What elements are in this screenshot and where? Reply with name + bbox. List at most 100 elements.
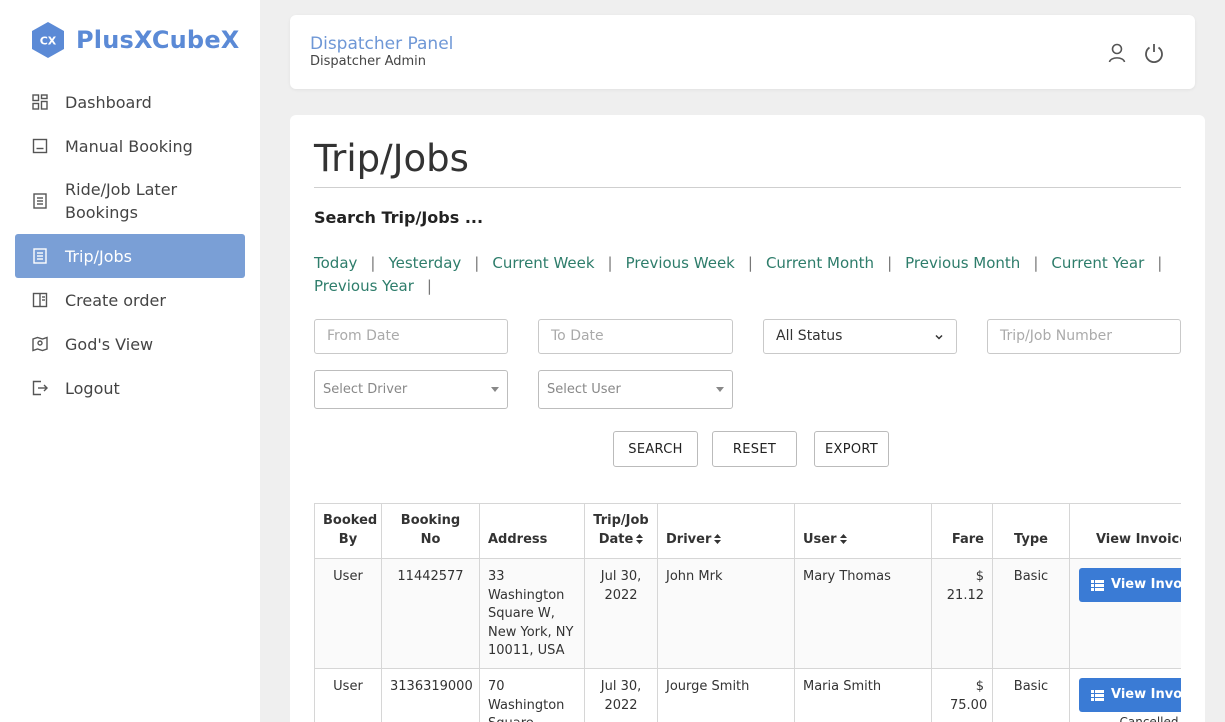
- table-row: User 3136319000 70 Washington Square Jul…: [314, 668, 1181, 722]
- col-type: Type: [992, 503, 1070, 559]
- quick-link-current-year[interactable]: Current Year: [1051, 252, 1144, 275]
- cell-booked-by: User: [314, 668, 382, 722]
- list-icon: [1091, 579, 1104, 591]
- view-invoice-label: View Invoice: [1111, 686, 1181, 702]
- sidebar-item-label: Logout: [65, 378, 120, 398]
- user-select-placeholder: Select User: [547, 382, 621, 397]
- main-card: Trip/Jobs Search Trip/Jobs ... Today | Yes…: [290, 115, 1205, 722]
- reset-button[interactable]: RESET: [712, 431, 797, 467]
- table-row: User 11442577 33 Washington Square W, Ne…: [314, 558, 1181, 669]
- sidebar-item-trip-jobs[interactable]: Trip/Jobs: [15, 234, 245, 278]
- col-fare: Fare: [931, 503, 993, 559]
- separator: |: [1033, 254, 1039, 272]
- caret-down-icon: [716, 387, 724, 392]
- separator: |: [747, 254, 753, 272]
- col-driver[interactable]: Driver: [657, 503, 795, 559]
- sort-icon: [839, 534, 847, 544]
- sidebar-item-ride-later[interactable]: Ride/Job Later Bookings: [15, 168, 245, 234]
- cell-address: 33 Washington Square W, New York, NY 100…: [479, 558, 585, 669]
- sidebar-item-dashboard[interactable]: Dashboard: [15, 80, 245, 124]
- sidebar: CX PlusXCubeX Dashboard Manual Booking R…: [0, 0, 260, 722]
- divider: [314, 187, 1181, 188]
- quick-link-previous-year[interactable]: Previous Year: [314, 275, 414, 298]
- cell-driver: Jourge Smith: [657, 668, 795, 722]
- trip-number-input[interactable]: Trip/Job Number: [987, 319, 1181, 354]
- separator: |: [1157, 254, 1163, 272]
- separator: |: [607, 254, 613, 272]
- sidebar-item-logout[interactable]: Logout: [15, 366, 245, 410]
- col-address: Address: [479, 503, 585, 559]
- separator: |: [426, 277, 432, 295]
- cell-view-invoice: View Invoice Cancelled: [1069, 668, 1181, 722]
- order-icon: [32, 292, 48, 308]
- header-subtitle: Dispatcher Admin: [310, 54, 427, 69]
- driver-select-placeholder: Select Driver: [323, 382, 408, 397]
- sort-icon: [636, 534, 644, 544]
- sidebar-item-label: Create order: [65, 290, 166, 310]
- sidebar-item-label: Dashboard: [65, 92, 152, 112]
- separator: |: [887, 254, 893, 272]
- caret-down-icon: [491, 387, 499, 392]
- trips-table-container[interactable]: Booked By Booking No Address Trip/Job Da…: [314, 503, 1181, 722]
- power-icon[interactable]: [1143, 42, 1165, 64]
- sidebar-item-gods-view[interactable]: God's View: [15, 322, 245, 366]
- separator: |: [370, 254, 376, 272]
- cell-booking-no: 3136319000: [381, 668, 480, 722]
- quick-link-today[interactable]: Today: [314, 252, 357, 275]
- separator: |: [474, 254, 480, 272]
- quick-link-current-month[interactable]: Current Month: [766, 252, 874, 275]
- sidebar-item-label: Manual Booking: [65, 136, 193, 156]
- logout-icon: [32, 380, 48, 396]
- view-invoice-label: View Invoice: [1111, 576, 1181, 592]
- user-icon[interactable]: [1106, 42, 1128, 64]
- cell-view-invoice: View Invoice: [1069, 558, 1181, 669]
- list-icon: [32, 248, 48, 264]
- status-select-value: All Status: [776, 328, 843, 344]
- trips-table: Booked By Booking No Address Trip/Job Da…: [314, 503, 1181, 722]
- col-view-invoice: View Invoice: [1069, 503, 1181, 559]
- brand[interactable]: CX PlusXCubeX: [29, 21, 240, 59]
- search-button[interactable]: SEARCH: [613, 431, 698, 467]
- status-select[interactable]: All Status: [763, 319, 957, 354]
- top-header: Dispatcher Panel Dispatcher Admin: [290, 15, 1195, 89]
- list-icon: [32, 193, 48, 209]
- sidebar-item-label: God's View: [65, 334, 154, 354]
- search-heading: Search Trip/Jobs ...: [314, 208, 484, 227]
- brand-logo-icon: CX: [32, 22, 64, 58]
- status-note: Cancelled: [1119, 715, 1179, 722]
- export-button[interactable]: EXPORT: [814, 431, 889, 467]
- cell-booked-by: User: [314, 558, 382, 669]
- cell-booking-no: 11442577: [381, 558, 480, 669]
- user-select[interactable]: Select User: [538, 370, 733, 409]
- svg-text:CX: CX: [40, 35, 57, 48]
- cell-trip-date: Jul 30, 2022: [584, 668, 658, 722]
- to-date-input[interactable]: To Date: [538, 319, 733, 354]
- sidebar-item-create-order[interactable]: Create order: [15, 278, 245, 322]
- col-trip-date[interactable]: Trip/Job Date: [584, 503, 658, 559]
- list-icon: [1091, 689, 1104, 701]
- cell-user: Maria Smith: [794, 668, 932, 722]
- driver-select[interactable]: Select Driver: [314, 370, 508, 409]
- cell-driver: John Mrk: [657, 558, 795, 669]
- col-booked-by: Booked By: [314, 503, 382, 559]
- booking-icon: [32, 138, 48, 154]
- dashboard-icon: [32, 94, 48, 110]
- cell-fare: $ 75.00: [931, 668, 993, 722]
- col-booking-no: Booking No: [381, 503, 480, 559]
- view-invoice-button[interactable]: View Invoice: [1079, 678, 1181, 712]
- view-invoice-button[interactable]: View Invoice: [1079, 568, 1181, 602]
- sidebar-item-manual-booking[interactable]: Manual Booking: [15, 124, 245, 168]
- sort-icon: [714, 534, 722, 544]
- chevron-down-icon: [935, 334, 943, 340]
- quick-link-yesterday[interactable]: Yesterday: [388, 252, 461, 275]
- col-user[interactable]: User: [794, 503, 932, 559]
- cell-fare: $ 21.12: [931, 558, 993, 669]
- quick-link-previous-month[interactable]: Previous Month: [905, 252, 1020, 275]
- sidebar-item-label: Trip/Jobs: [65, 246, 132, 266]
- from-date-input[interactable]: From Date: [314, 319, 508, 354]
- table-header-row: Booked By Booking No Address Trip/Job Da…: [314, 503, 1181, 559]
- cell-address: 70 Washington Square: [479, 668, 585, 722]
- sidebar-item-label: Ride/Job Later Bookings: [65, 180, 178, 222]
- quick-link-current-week[interactable]: Current Week: [492, 252, 594, 275]
- quick-link-previous-week[interactable]: Previous Week: [626, 252, 735, 275]
